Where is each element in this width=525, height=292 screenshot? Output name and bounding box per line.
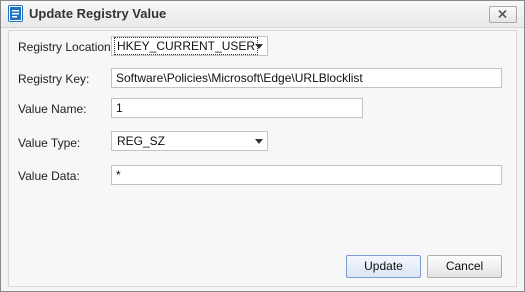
close-button[interactable] bbox=[489, 6, 517, 23]
chevron-down-icon bbox=[255, 139, 263, 144]
value-data-label: Value Data: bbox=[18, 169, 80, 183]
value-name-label: Value Name: bbox=[18, 102, 87, 116]
value-name-input[interactable]: 1 bbox=[111, 98, 363, 118]
registry-key-label: Registry Key: bbox=[18, 72, 90, 86]
value-type-selected-value: REG_SZ bbox=[117, 134, 166, 148]
dialog-title: Update Registry Value bbox=[29, 6, 167, 21]
value-type-dropdown[interactable]: REG_SZ bbox=[111, 131, 268, 151]
registry-location-label: Registry Location: bbox=[18, 40, 115, 54]
update-button[interactable]: Update bbox=[346, 255, 421, 278]
registry-location-selected-value: HKEY_CURRENT_USER bbox=[113, 37, 259, 55]
chevron-down-icon bbox=[255, 44, 263, 49]
value-type-label: Value Type: bbox=[18, 136, 81, 150]
registry-location-dropdown[interactable]: HKEY_CURRENT_USER bbox=[111, 36, 268, 56]
value-data-input[interactable]: * bbox=[111, 165, 502, 185]
registry-key-input[interactable]: Software\Policies\Microsoft\Edge\URLBloc… bbox=[111, 68, 502, 88]
cancel-button[interactable]: Cancel bbox=[427, 255, 502, 278]
document-edit-icon bbox=[8, 5, 23, 22]
title-bar[interactable]: Update Registry Value bbox=[1, 1, 524, 28]
update-registry-value-dialog: Update Registry Value Registry Location:… bbox=[0, 0, 525, 292]
close-icon bbox=[498, 10, 507, 18]
